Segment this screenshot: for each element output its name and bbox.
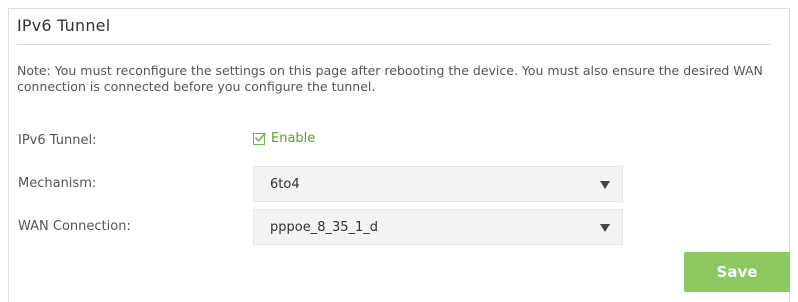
mechanism-select[interactable]: 6to4 bbox=[253, 166, 623, 202]
checkbox-checked-icon[interactable] bbox=[253, 131, 267, 145]
enable-checkbox[interactable]: Enable bbox=[253, 131, 315, 146]
wan-connection-label: WAN Connection: bbox=[18, 219, 131, 234]
section-title: IPv6 Tunnel bbox=[17, 16, 111, 35]
note-text: Note: You must reconfigure the settings … bbox=[17, 63, 763, 94]
enable-checkbox-label[interactable]: Enable bbox=[271, 131, 315, 146]
ipv6-tunnel-panel bbox=[8, 8, 790, 302]
ipv6-tunnel-label: IPv6 Tunnel: bbox=[18, 133, 97, 148]
title-divider bbox=[17, 44, 771, 45]
chevron-down-icon bbox=[600, 224, 610, 232]
wan-connection-select[interactable]: pppoe_8_35_1_d bbox=[253, 209, 623, 245]
mechanism-select-value: 6to4 bbox=[270, 177, 300, 192]
chevron-down-icon bbox=[600, 181, 610, 189]
wan-connection-select-value: pppoe_8_35_1_d bbox=[270, 220, 379, 235]
mechanism-label: Mechanism: bbox=[18, 176, 97, 191]
save-button[interactable]: Save bbox=[684, 252, 790, 292]
